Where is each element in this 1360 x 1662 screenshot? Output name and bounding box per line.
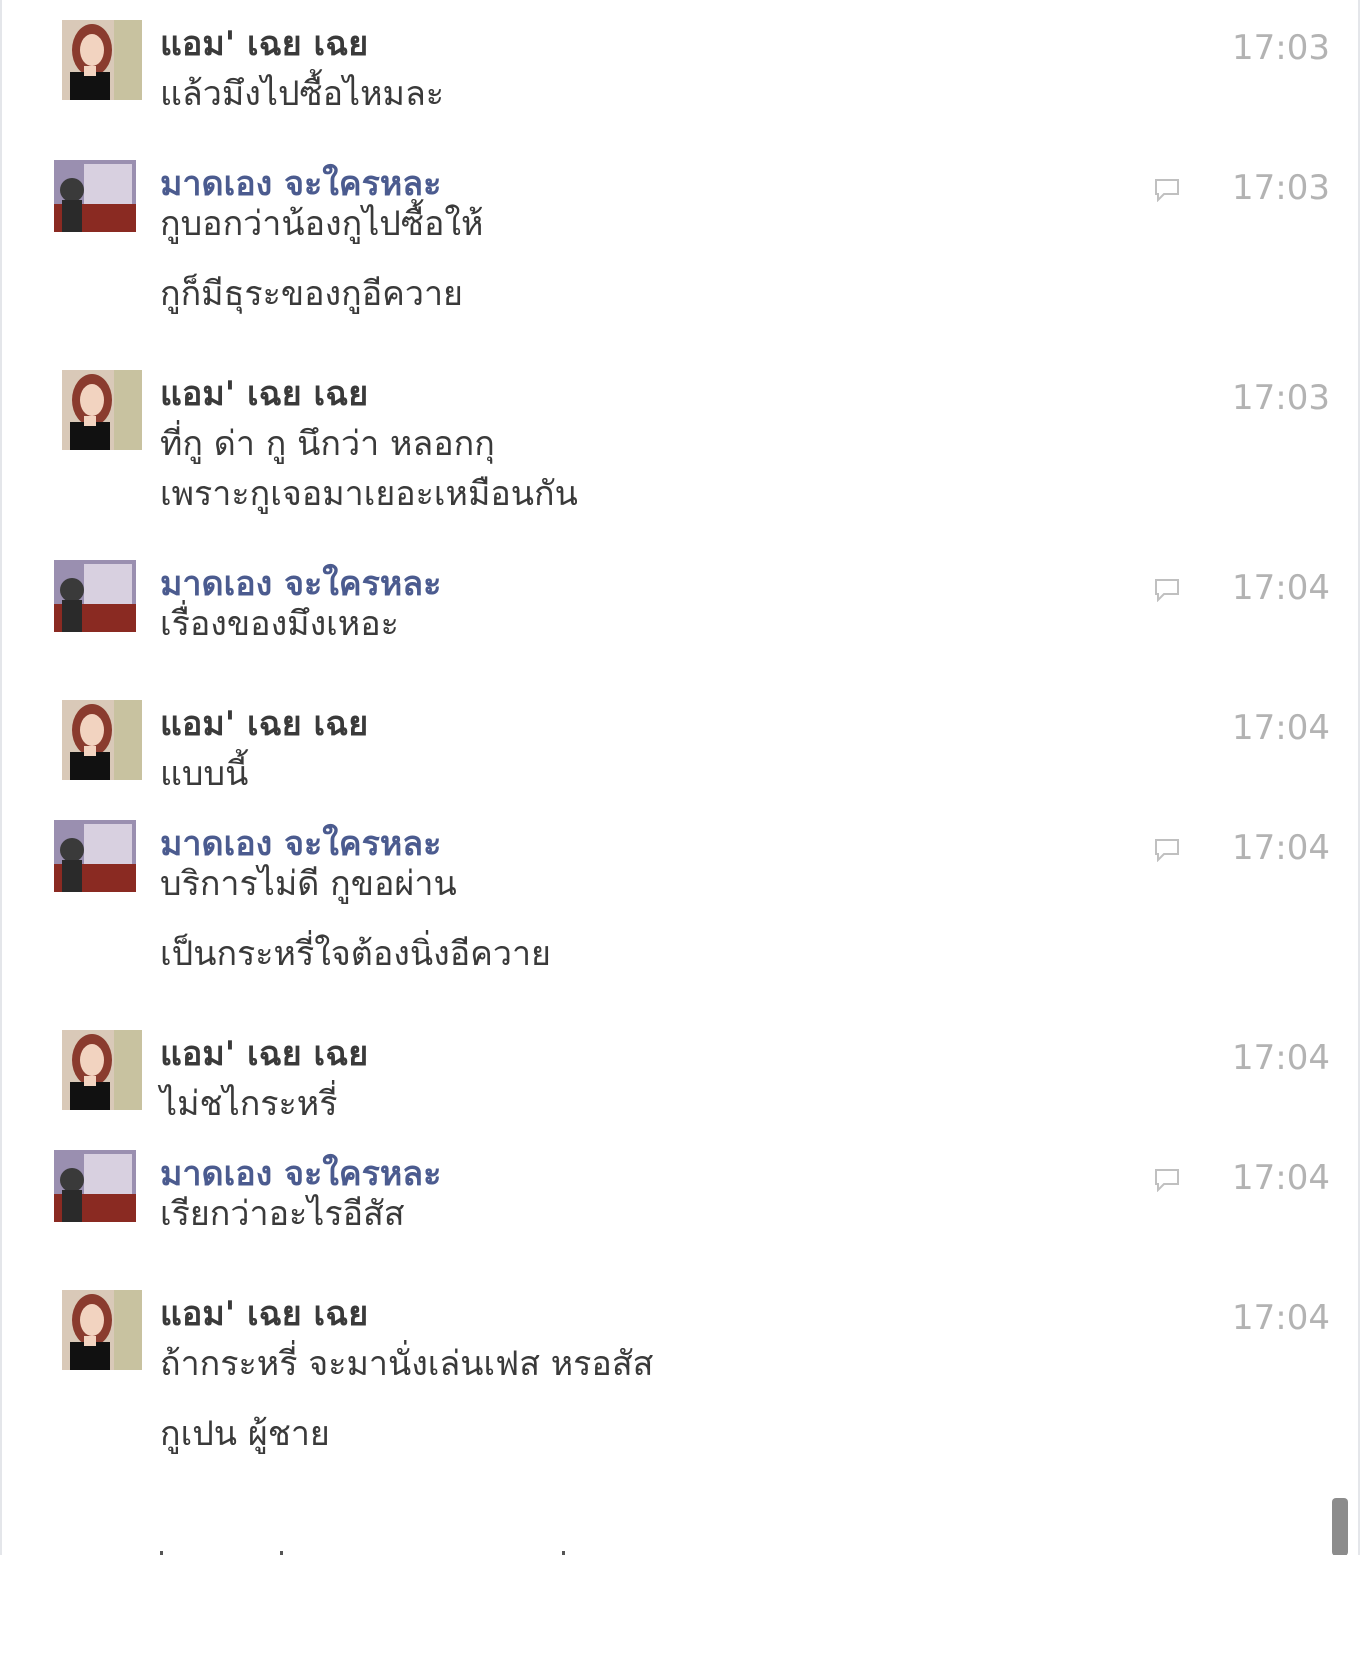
speech-bubble-icon[interactable] [1154,578,1180,602]
timestamp: 17:04 [1232,1158,1330,1198]
speech-bubble-icon[interactable] [1154,838,1180,862]
sender-name[interactable]: แอม' เฉย เฉย [160,22,368,66]
message-text: กูก็มีธุระของกูอีควาย [160,274,463,314]
speech-bubble-icon[interactable] [1154,1168,1180,1192]
timestamp: 17:03 [1232,168,1330,208]
scrollbar-thumb[interactable] [1332,1498,1348,1555]
avatar-guy[interactable] [54,820,136,892]
clipped-text-fragment [160,1548,600,1555]
timestamp: 17:03 [1232,378,1330,418]
avatar-girl[interactable] [62,700,142,780]
sender-name[interactable]: แอม' เฉย เฉย [160,372,368,416]
sender-name[interactable]: มาดเอง จะใครหละ [160,162,441,206]
timestamp: 17:04 [1232,828,1330,868]
avatar-girl[interactable] [62,1290,142,1370]
speech-bubble-icon[interactable] [1154,178,1180,202]
timestamp: 17:04 [1232,1298,1330,1338]
message-text: เรื่องของมึงเหอะ [160,604,399,644]
avatar-guy[interactable] [54,560,136,632]
message-text: เพราะกูเจอมาเยอะเหมือนกัน [160,474,578,514]
message-text: แบบนี้ [160,754,249,794]
chat-conversation: แอม' เฉย เฉย 17:03 แล้วมึงไปซื้อไหมละ มา… [0,0,1360,1555]
message-text: กูบอกว่าน้องกูไปซื้อให้ [160,204,484,244]
message-text: เป็นกระหรี่ใจต้องนิ่งอีควาย [160,934,551,974]
message-text: ถ้ากระหรี่ จะมานั่งเล่นเฟส หรอสัส [160,1344,654,1384]
sender-name[interactable]: มาดเอง จะใครหละ [160,822,441,866]
message-text: บริการไม่ดี กูขอผ่าน [160,864,457,904]
message-text: ที่กู ด่า กู นึกว่า หลอกกุ [160,424,495,464]
avatar-guy[interactable] [54,160,136,232]
timestamp: 17:03 [1232,28,1330,68]
timestamp: 17:04 [1232,708,1330,748]
message-text: กูเปน ผู้ชาย [160,1414,330,1454]
avatar-girl[interactable] [62,370,142,450]
sender-name[interactable]: แอม' เฉย เฉย [160,1032,368,1076]
avatar-girl[interactable] [62,1030,142,1110]
sender-name[interactable]: แอม' เฉย เฉย [160,1292,368,1336]
sender-name[interactable]: มาดเอง จะใครหละ [160,1152,441,1196]
message-text: เรียกว่าอะไรอีสัส [160,1194,405,1234]
avatar-girl[interactable] [62,20,142,100]
timestamp: 17:04 [1232,568,1330,608]
sender-name[interactable]: มาดเอง จะใครหละ [160,562,441,606]
avatar-guy[interactable] [54,1150,136,1222]
message-text: แล้วมึงไปซื้อไหมละ [160,74,445,114]
message-text: ไม่ชไกระหรี่ [160,1084,338,1124]
sender-name[interactable]: แอม' เฉย เฉย [160,702,368,746]
timestamp: 17:04 [1232,1038,1330,1078]
